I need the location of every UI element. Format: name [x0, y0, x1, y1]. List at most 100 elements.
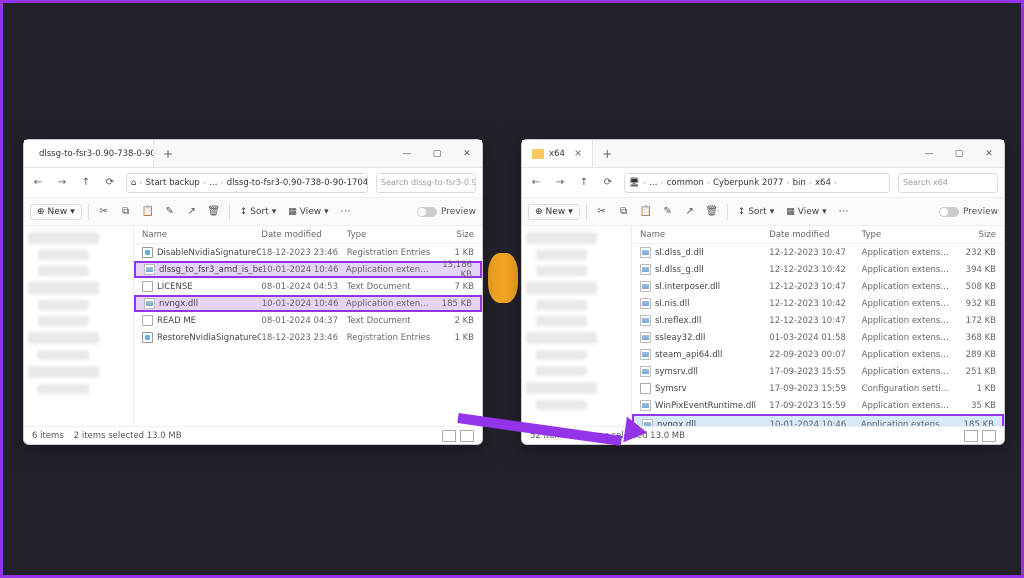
file-row[interactable]: symsrv.dll17-09-2023 15:55Application ex… — [632, 363, 1004, 380]
file-row[interactable]: sl.nis.dll12-12-2023 10:42Application ex… — [632, 295, 1004, 312]
new-tab-button[interactable]: + — [154, 140, 182, 167]
copy-icon[interactable]: ⧉ — [615, 203, 633, 221]
toolbar: ⊕ New ▾ ✂ ⧉ 📋 ✎ ↗ 🗑 ↕ Sort ▾ ▦ View ▾ ⋯ … — [24, 198, 482, 226]
file-row[interactable]: sl.dlss_g.dll12-12-2023 10:42Application… — [632, 261, 1004, 278]
new-button[interactable]: ⊕ New ▾ — [528, 204, 580, 220]
pc-icon[interactable]: 🖥 — [629, 178, 640, 188]
file-row[interactable]: dlssg_to_fsr3_amd_is_better.dll10-01-202… — [134, 261, 482, 278]
file-row[interactable]: steam_api64.dll22-09-2023 00:07Applicati… — [632, 346, 1004, 363]
crumb-item[interactable]: x64 — [815, 178, 831, 188]
back-button[interactable]: ← — [30, 175, 46, 191]
file-icon — [142, 315, 153, 326]
file-row[interactable]: LICENSE08-01-2024 04:53Text Document7 KB — [134, 278, 482, 295]
cut-icon[interactable]: ✂ — [593, 203, 611, 221]
new-button[interactable]: ⊕ New ▾ — [30, 204, 82, 220]
search-input[interactable]: Search dlssg-to-fsr3-0.90-738 — [376, 173, 476, 193]
forward-button[interactable]: → — [552, 175, 568, 191]
minimize-button[interactable]: — — [392, 140, 422, 167]
maximize-button[interactable]: ▢ — [944, 140, 974, 167]
sidebar[interactable] — [522, 226, 632, 426]
col-date[interactable]: Date modified — [769, 230, 861, 240]
crumb-item[interactable]: Start backup — [146, 178, 200, 188]
file-type: Registration Entries — [347, 248, 432, 258]
up-button[interactable]: ↑ — [576, 175, 592, 191]
col-name[interactable]: Name — [142, 230, 261, 240]
rename-icon[interactable]: ✎ — [161, 203, 179, 221]
cut-icon[interactable]: ✂ — [95, 203, 113, 221]
up-button[interactable]: ↑ — [78, 175, 94, 191]
col-type[interactable]: Type — [347, 230, 432, 240]
share-icon[interactable]: ↗ — [681, 203, 699, 221]
share-icon[interactable]: ↗ — [183, 203, 201, 221]
paste-icon[interactable]: 📋 — [637, 203, 655, 221]
file-type: Application extens… — [862, 265, 954, 275]
delete-icon[interactable]: 🗑 — [205, 203, 223, 221]
crumb-item[interactable]: dlssg-to-fsr3-0.90-738-0-90-170486409 — [227, 178, 368, 188]
column-headers[interactable]: Name Date modified Type Size — [134, 226, 482, 244]
file-row[interactable]: nvngx.dll10-01-2024 10:46Application ext… — [134, 295, 482, 312]
forward-button[interactable]: → — [54, 175, 70, 191]
crumb-item[interactable]: … — [209, 178, 218, 188]
file-row[interactable]: WinPixEventRuntime.dll17-09-2023 15:59Ap… — [632, 397, 1004, 414]
view-button[interactable]: ▦ View ▾ — [782, 207, 830, 217]
column-headers[interactable]: Name Date modified Type Size — [632, 226, 1004, 244]
delete-icon[interactable]: 🗑 — [703, 203, 721, 221]
close-button[interactable]: ✕ — [974, 140, 1004, 167]
maximize-button[interactable]: ▢ — [422, 140, 452, 167]
more-icon[interactable]: ⋯ — [337, 203, 355, 221]
status-bar: 52 items 2 items selected 13.0 MB — [522, 426, 1004, 444]
grid-view-icon[interactable] — [982, 430, 996, 442]
file-row[interactable]: DisableNvidiaSignatureChecks18-12-2023 2… — [134, 244, 482, 261]
file-name: sl.interposer.dll — [655, 282, 720, 292]
sort-button[interactable]: ↕ Sort ▾ — [734, 207, 779, 217]
crumb-item[interactable]: common — [667, 178, 704, 188]
home-icon[interactable]: ⌂ — [131, 178, 136, 188]
breadcrumb[interactable]: 🖥 › … › common › Cyberpunk 2077 › bin › … — [624, 173, 890, 193]
tab-active[interactable]: dlssg-to-fsr3-0.90-738-0-90-1… × — [24, 140, 154, 167]
crumb-item[interactable]: bin — [793, 178, 806, 188]
file-size: 251 KB — [954, 367, 1004, 377]
grid-view-icon[interactable] — [460, 430, 474, 442]
tab-active[interactable]: x64 × — [522, 140, 593, 167]
col-date[interactable]: Date modified — [261, 230, 346, 240]
rename-icon[interactable]: ✎ — [659, 203, 677, 221]
col-size[interactable]: Size — [954, 230, 1004, 240]
breadcrumb[interactable]: ⌂ › Start backup › … › dlssg-to-fsr3-0.9… — [126, 173, 368, 193]
list-view-icon[interactable] — [964, 430, 978, 442]
close-button[interactable]: ✕ — [452, 140, 482, 167]
search-input[interactable]: Search x64 — [898, 173, 998, 193]
list-view-icon[interactable] — [442, 430, 456, 442]
crumb-item[interactable]: Cyberpunk 2077 — [713, 178, 784, 188]
file-row[interactable]: nvngx.dll10-01-2024 10:46Application ext… — [634, 416, 1002, 426]
back-button[interactable]: ← — [528, 175, 544, 191]
folder-icon — [532, 149, 544, 159]
col-size[interactable]: Size — [432, 230, 482, 240]
file-row[interactable]: sl.reflex.dll12-12-2023 10:47Application… — [632, 312, 1004, 329]
file-row[interactable]: Symsrv17-09-2023 15:59Configuration sett… — [632, 380, 1004, 397]
new-tab-button[interactable]: + — [593, 140, 621, 167]
refresh-button[interactable]: ⟳ — [102, 175, 118, 191]
crumb-item[interactable]: … — [649, 178, 658, 188]
copy-icon[interactable]: ⧉ — [117, 203, 135, 221]
paste-icon[interactable]: 📋 — [139, 203, 157, 221]
refresh-button[interactable]: ⟳ — [600, 175, 616, 191]
preview-toggle[interactable]: Preview — [939, 207, 998, 217]
file-row[interactable]: sl.interposer.dll12-12-2023 10:47Applica… — [632, 278, 1004, 295]
file-row[interactable]: ssleay32.dll01-03-2024 01:58Application … — [632, 329, 1004, 346]
col-name[interactable]: Name — [640, 230, 769, 240]
file-date: 10-01-2024 10:46 — [262, 299, 346, 309]
file-icon — [640, 383, 651, 394]
view-button[interactable]: ▦ View ▾ — [284, 207, 332, 217]
explorer-window-source: dlssg-to-fsr3-0.90-738-0-90-1… × + — ▢ ✕… — [23, 139, 483, 445]
sidebar[interactable] — [24, 226, 134, 426]
file-row[interactable]: sl.dlss_d.dll12-12-2023 10:47Application… — [632, 244, 1004, 261]
file-row[interactable]: READ ME08-01-2024 04:37Text Document2 KB — [134, 312, 482, 329]
preview-toggle[interactable]: Preview — [417, 207, 476, 217]
more-icon[interactable]: ⋯ — [835, 203, 853, 221]
file-icon — [144, 264, 155, 275]
col-type[interactable]: Type — [862, 230, 954, 240]
close-tab-icon[interactable]: × — [574, 148, 582, 159]
file-row[interactable]: RestoreNvidiaSignatureChecks18-12-2023 2… — [134, 329, 482, 346]
sort-button[interactable]: ↕ Sort ▾ — [236, 207, 281, 217]
minimize-button[interactable]: — — [914, 140, 944, 167]
